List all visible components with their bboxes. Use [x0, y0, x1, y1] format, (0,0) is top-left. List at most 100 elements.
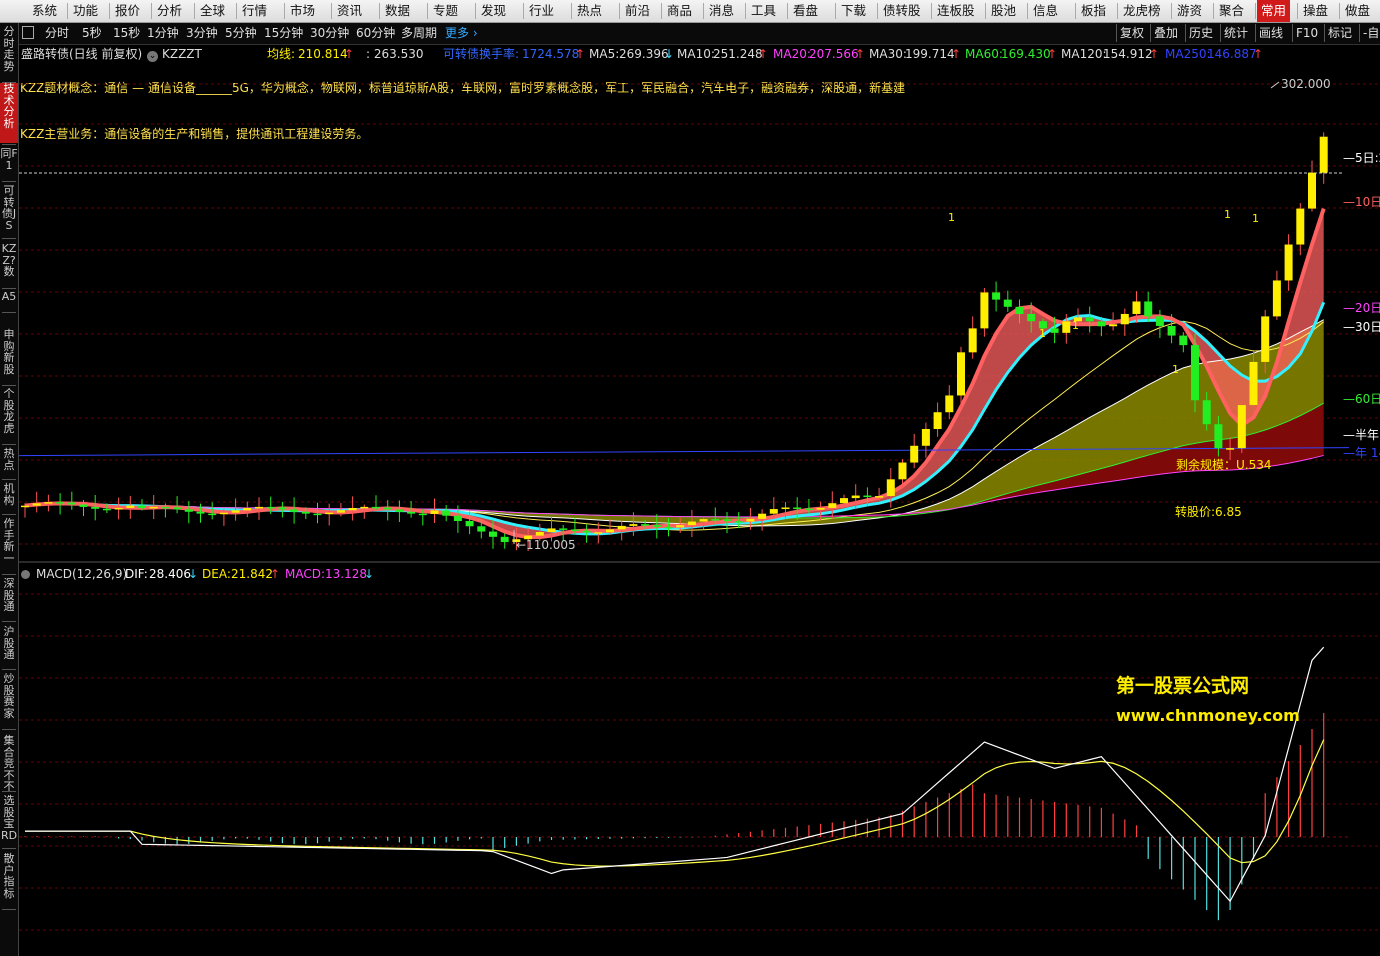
sidebar-item[interactable]: 作手新一: [0, 518, 18, 573]
menu-item[interactable]: 热点: [573, 0, 606, 22]
menu-item[interactable]: 工具: [747, 0, 780, 22]
menu-item[interactable]: 功能: [69, 0, 102, 22]
sidebar-item[interactable]: 可转债JS: [0, 185, 18, 237]
menu-item[interactable]: 系统: [28, 0, 61, 22]
sidebar-separator: [2, 514, 16, 515]
sidebar-item[interactable]: 选股宝RD: [0, 795, 18, 847]
menu-item[interactable]: 市场: [286, 0, 319, 22]
ma5-label: MA5:: [589, 47, 620, 61]
menu-item[interactable]: 信息: [1029, 0, 1062, 22]
candle-body: [652, 525, 661, 527]
menu-item[interactable]: 发现: [477, 0, 510, 22]
sidebar-item[interactable]: 申购新股: [0, 329, 18, 384]
candle-body: [255, 506, 263, 509]
menu-item[interactable]: 连板股: [933, 0, 979, 22]
indicator-dropdown[interactable]: ⌄: [147, 44, 158, 64]
menu-item[interactable]: 常用: [1257, 0, 1291, 22]
sidebar-item[interactable]: 炒股赛家: [0, 673, 18, 728]
signal-marker: 1: [1252, 212, 1259, 225]
toolbar-button[interactable]: 叠加: [1150, 24, 1181, 42]
candle-body: [1191, 345, 1199, 401]
sidebar-item[interactable]: 机构: [0, 483, 18, 513]
chevron-down-icon[interactable]: [21, 570, 30, 579]
panel-toggle-icon[interactable]: [22, 26, 34, 39]
menu-item[interactable]: 股池: [987, 0, 1020, 22]
candle-body: [957, 352, 965, 396]
menu-item[interactable]: 数据: [381, 0, 414, 22]
sidebar-item[interactable]: 个股龙虎: [0, 388, 18, 443]
menu-item[interactable]: 做盘: [1341, 0, 1374, 22]
right-ma-label: —30日:1: [1343, 320, 1380, 334]
menu-item[interactable]: 专题: [429, 0, 462, 22]
period-tab[interactable]: 1分钟: [147, 23, 179, 44]
period-tab[interactable]: 60分钟: [356, 23, 395, 44]
candle-body: [1097, 321, 1106, 327]
toolbar-button[interactable]: 画线: [1255, 24, 1286, 42]
menu-item[interactable]: 操盘: [1299, 0, 1332, 22]
candle-body: [395, 509, 404, 512]
candlesticks: [21, 132, 1328, 552]
menu-item[interactable]: 消息: [705, 0, 738, 22]
extra-value: : 263.530: [366, 47, 424, 61]
menu-item[interactable]: 游资: [1173, 0, 1206, 22]
ma-lines: [19, 207, 1350, 540]
menu-item[interactable]: 资讯: [333, 0, 366, 22]
stock-title[interactable]: 盛路转债(日线 前复权): [21, 44, 142, 64]
signal-marker: 1: [1172, 363, 1179, 376]
toolbar-button[interactable]: 标记: [1324, 24, 1355, 42]
candle-body: [921, 429, 930, 446]
menu-item[interactable]: 报价: [111, 0, 144, 22]
menu-separator: [931, 3, 932, 19]
menu-item[interactable]: 债转股: [879, 0, 925, 22]
period-tab[interactable]: 分时: [45, 23, 69, 44]
sidebar-item[interactable]: 集合竞不不: [0, 735, 18, 793]
toolbar-button[interactable]: -自: [1359, 24, 1380, 42]
candle-body: [769, 509, 778, 514]
toolbar-button[interactable]: F10: [1292, 24, 1321, 42]
sidebar-item[interactable]: A5: [0, 291, 18, 311]
more-periods-button[interactable]: 更多 ›: [445, 23, 478, 44]
sidebar-item[interactable]: 同F1: [0, 148, 18, 180]
up-arrow-icon: ↑: [575, 47, 586, 61]
sidebar-item[interactable]: KZZ?数: [0, 243, 18, 287]
menu-separator: [1255, 3, 1256, 19]
sidebar-item[interactable]: 热点: [0, 448, 18, 478]
menu-item[interactable]: 行情: [238, 0, 271, 22]
period-tab[interactable]: 3分钟: [186, 23, 218, 44]
period-tab[interactable]: 15分钟: [264, 23, 303, 44]
period-tab[interactable]: 30分钟: [310, 23, 349, 44]
sidebar-item[interactable]: 技术分析: [0, 83, 18, 143]
period-tab[interactable]: 5秒: [82, 23, 102, 44]
sidebar-separator: [2, 848, 16, 849]
menu-item[interactable]: 聚合: [1215, 0, 1248, 22]
signal-marker: 1: [1072, 319, 1079, 332]
menu-item[interactable]: 分析: [153, 0, 186, 22]
candle-body: [535, 532, 544, 536]
candle-body: [629, 524, 638, 526]
period-tab[interactable]: 5分钟: [225, 23, 257, 44]
up-arrow-icon: ↑: [270, 567, 281, 581]
sidebar-item[interactable]: 分时走势: [0, 26, 18, 81]
menu-item[interactable]: 全球: [196, 0, 229, 22]
sidebar-item[interactable]: 深股通: [0, 578, 18, 620]
candle-body: [1085, 317, 1094, 322]
candle-body: [664, 526, 673, 529]
menu-item[interactable]: 商品: [663, 0, 696, 22]
menu-separator: [284, 3, 285, 19]
toolbar-button[interactable]: 统计: [1220, 24, 1251, 42]
menu-item[interactable]: 看盘: [789, 0, 822, 22]
toolbar-button[interactable]: 历史: [1185, 24, 1216, 42]
menu-item[interactable]: 前沿: [621, 0, 654, 22]
period-tab[interactable]: 多周期: [401, 23, 437, 44]
kline-chart[interactable]: 302.000←110.005剩余规模：U.534转股价:6.8511111 1 …: [19, 64, 1380, 956]
sidebar-item[interactable]: 散户指标: [0, 853, 18, 908]
period-tab[interactable]: 15秒: [113, 23, 140, 44]
candle-body: [793, 507, 802, 509]
sidebar-item[interactable]: 沪股通: [0, 626, 18, 668]
toolbar-button[interactable]: 复权: [1116, 24, 1147, 42]
menu-item[interactable]: 行业: [525, 0, 558, 22]
menu-separator: [1213, 3, 1214, 19]
menu-item[interactable]: 板指: [1077, 0, 1110, 22]
menu-item[interactable]: 龙虎榜: [1119, 0, 1165, 22]
menu-item[interactable]: 下载: [837, 0, 870, 22]
